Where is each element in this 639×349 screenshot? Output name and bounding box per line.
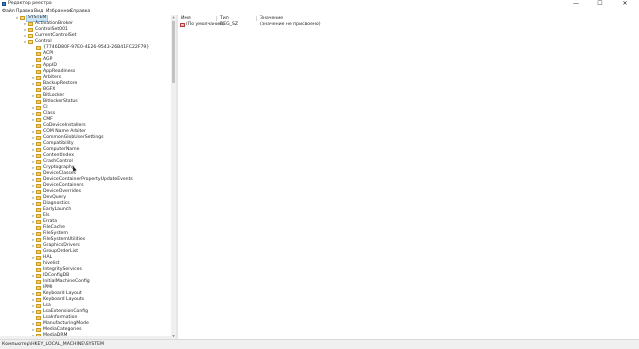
- folder-icon: [36, 190, 41, 194]
- minimize-button[interactable]: —: [567, 0, 585, 8]
- status-bar: Компьютер\HKEY_LOCAL_MACHINE\SYSTEM: [0, 339, 639, 349]
- current-key-path: Компьютер\HKEY_LOCAL_MACHINE\SYSTEM: [2, 341, 105, 347]
- folder-icon: [36, 286, 41, 290]
- folder-icon: [36, 304, 41, 308]
- string-value-icon: ab: [180, 23, 185, 27]
- menu-help[interactable]: Справка: [70, 9, 90, 15]
- folder-icon: [36, 250, 41, 254]
- menu-bar: Файл Правка Вид Избранное Справка: [0, 8, 639, 15]
- tree-scroll-thumb[interactable]: [172, 21, 175, 83]
- folder-icon: [36, 70, 41, 74]
- folder-icon: [28, 22, 33, 26]
- window-title: Редактор реестра: [8, 1, 52, 6]
- close-button[interactable]: ✕: [616, 0, 634, 8]
- value-name: (По умолчанию): [186, 22, 225, 27]
- menu-view[interactable]: Вид: [34, 9, 43, 15]
- value-data: (значение не присвоено): [260, 22, 321, 27]
- folder-icon: [36, 256, 41, 260]
- value-row[interactable]: ab (По умолчанию) REG_SZ (значение не пр…: [178, 22, 639, 28]
- folder-icon: [36, 94, 41, 98]
- folder-icon: [36, 154, 41, 158]
- folder-icon: [36, 202, 41, 206]
- folder-icon: [36, 298, 41, 302]
- registry-key-tree[interactable]: ∨ SYSTEM > ActivationBroker > ControlSet001 ∨ C…: [0, 15, 171, 339]
- maximize-button[interactable]: ☐: [591, 0, 609, 8]
- folder-icon: [36, 160, 41, 164]
- folder-icon: [36, 292, 41, 296]
- folder-icon: [36, 178, 41, 182]
- menu-favorites[interactable]: Избранное: [46, 9, 72, 15]
- open-folder-icon: [20, 16, 25, 20]
- folder-icon: [36, 112, 41, 116]
- folder-icon: [36, 106, 41, 110]
- column-divider[interactable]: [216, 16, 217, 21]
- folder-icon: [36, 196, 41, 200]
- folder-icon: [36, 58, 41, 62]
- folder-icon: [36, 232, 41, 236]
- folder-icon: [36, 52, 41, 56]
- folder-icon: [36, 310, 41, 314]
- folder-icon: [36, 46, 41, 50]
- folder-icon: [36, 142, 41, 146]
- folder-icon: [36, 238, 41, 242]
- folder-icon: [36, 88, 41, 92]
- folder-icon: [36, 244, 41, 248]
- column-divider[interactable]: [256, 16, 257, 21]
- folder-icon: [36, 166, 41, 170]
- folder-icon: [36, 208, 41, 212]
- scroll-up-arrow-icon[interactable]: ▲: [172, 15, 176, 20]
- open-folder-icon: [28, 40, 33, 44]
- column-header-type[interactable]: Тип: [220, 15, 229, 22]
- folder-icon: [36, 220, 41, 224]
- folder-icon: [36, 322, 41, 326]
- folder-icon: [36, 184, 41, 188]
- column-header-value[interactable]: Значение: [260, 15, 283, 22]
- value-type: REG_SZ: [220, 22, 239, 27]
- folder-icon: [36, 76, 41, 80]
- folder-icon: [36, 268, 41, 272]
- folder-icon: [36, 316, 41, 320]
- registry-values-list[interactable]: Имя Тип Значение ab (По умолчанию) REG_S…: [178, 15, 639, 339]
- folder-icon: [36, 226, 41, 230]
- open-folder-icon: [28, 34, 33, 38]
- folder-icon: [36, 214, 41, 218]
- folder-icon: [36, 280, 41, 284]
- folder-icon: [36, 274, 41, 278]
- folder-icon: [36, 262, 41, 266]
- regedit-app-icon: [2, 1, 6, 6]
- folder-icon: [36, 328, 41, 332]
- folder-icon: [36, 136, 41, 140]
- menu-edit[interactable]: Правка: [16, 9, 33, 15]
- folder-icon: [36, 64, 41, 68]
- folder-icon: [36, 172, 41, 176]
- folder-icon: [36, 130, 41, 134]
- folder-icon: [36, 82, 41, 86]
- folder-icon: [36, 100, 41, 104]
- column-header-name[interactable]: Имя: [181, 15, 191, 22]
- folder-icon: [36, 124, 41, 128]
- folder-icon: [28, 28, 33, 32]
- folder-icon: [36, 118, 41, 122]
- folder-icon: [36, 148, 41, 152]
- menu-file[interactable]: Файл: [2, 9, 15, 15]
- title-bar: Редактор реестра — ☐ ✕: [0, 0, 639, 8]
